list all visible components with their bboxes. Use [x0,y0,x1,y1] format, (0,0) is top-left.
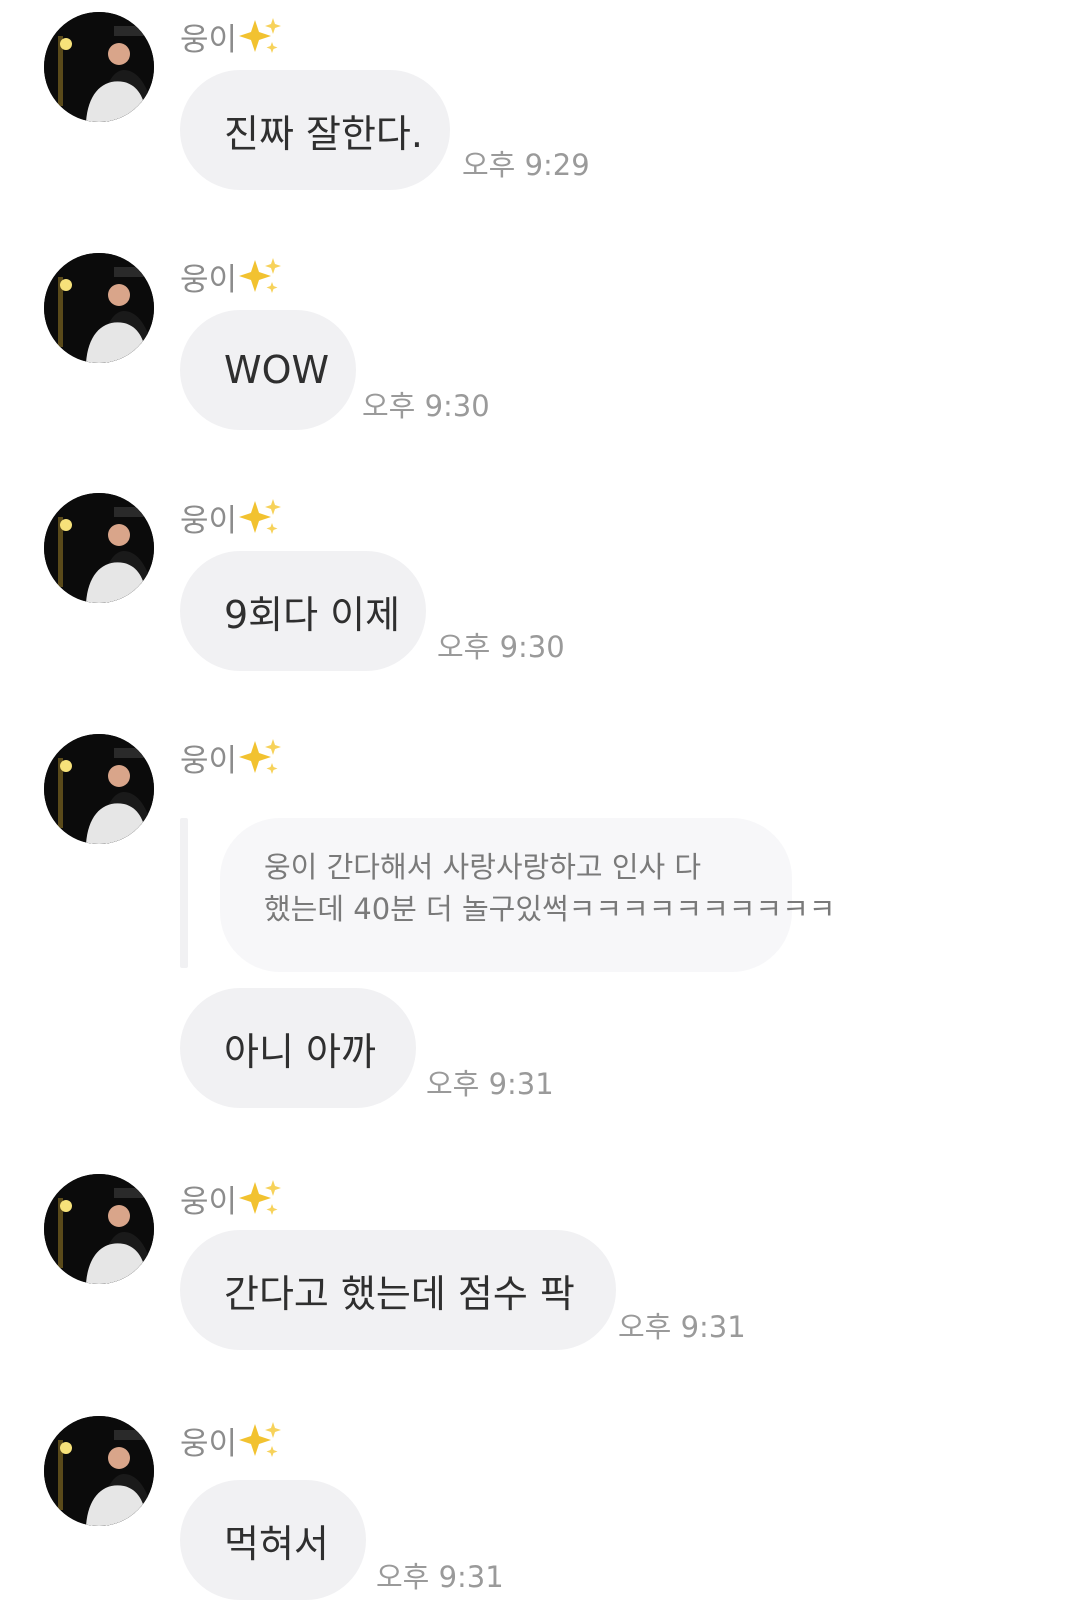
message-bubble[interactable]: 먹혀서 [180,1480,366,1600]
avatar-photo [44,1174,154,1284]
sender-name-text: 웅이 [180,21,238,58]
sender-name-text: 웅이 [180,1425,238,1462]
sender-name: 웅이 [180,256,283,298]
avatar[interactable] [44,493,154,603]
quoted-message[interactable]: 웅이 간다해서 사랑사랑하고 인사 다 했는데 40분 더 놀구있썩ㅋㅋㅋㅋㅋㅋ… [220,818,836,972]
message-time: 오후 9:31 [618,1310,746,1344]
message-bubble[interactable]: 간다고 했는데 점수 팍 [180,1230,616,1350]
sender-name-text: 웅이 [180,502,238,539]
sparkles-icon [239,1420,283,1460]
sender-name-text: 웅이 [180,261,238,298]
avatar-photo [44,734,154,844]
message-time: 오후 9:31 [376,1560,504,1594]
quoted-line: 했는데 40분 더 놀구있썩ㅋㅋㅋㅋㅋㅋㅋㅋㅋㅋ [264,892,836,926]
sender-name: 웅이 [180,1178,283,1220]
message-time: 오후 9:30 [437,630,565,664]
sparkles-icon [239,737,283,777]
quote-bar [180,818,188,968]
message-bubble[interactable]: WOW [180,310,356,430]
message-time: 오후 9:29 [462,148,590,182]
avatar[interactable] [44,1416,154,1526]
sparkles-icon [239,16,283,56]
sparkles-icon [239,497,283,537]
avatar[interactable] [44,734,154,844]
avatar-photo [44,253,154,363]
avatar[interactable] [44,1174,154,1284]
sender-name-text: 웅이 [180,1183,238,1220]
avatar-photo [44,12,154,122]
avatar[interactable] [44,12,154,122]
sender-name: 웅이 [180,737,283,779]
message-bubble[interactable]: 진짜 잘한다. [180,70,450,190]
avatar[interactable] [44,253,154,363]
sender-name: 웅이 [180,1420,283,1462]
avatar-photo [44,493,154,603]
sparkles-icon [239,256,283,296]
message-bubble[interactable]: 아니 아까 [180,988,416,1108]
avatar-photo [44,1416,154,1526]
message-time: 오후 9:31 [426,1067,554,1101]
message-bubble[interactable]: 9회다 이제 [180,551,426,671]
sender-name: 웅이 [180,497,283,539]
quoted-line: 웅이 간다해서 사랑사랑하고 인사 다 [264,850,702,884]
sender-name: 웅이 [180,16,283,58]
message-time: 오후 9:30 [362,389,490,423]
sparkles-icon [239,1178,283,1218]
sender-name-text: 웅이 [180,742,238,779]
